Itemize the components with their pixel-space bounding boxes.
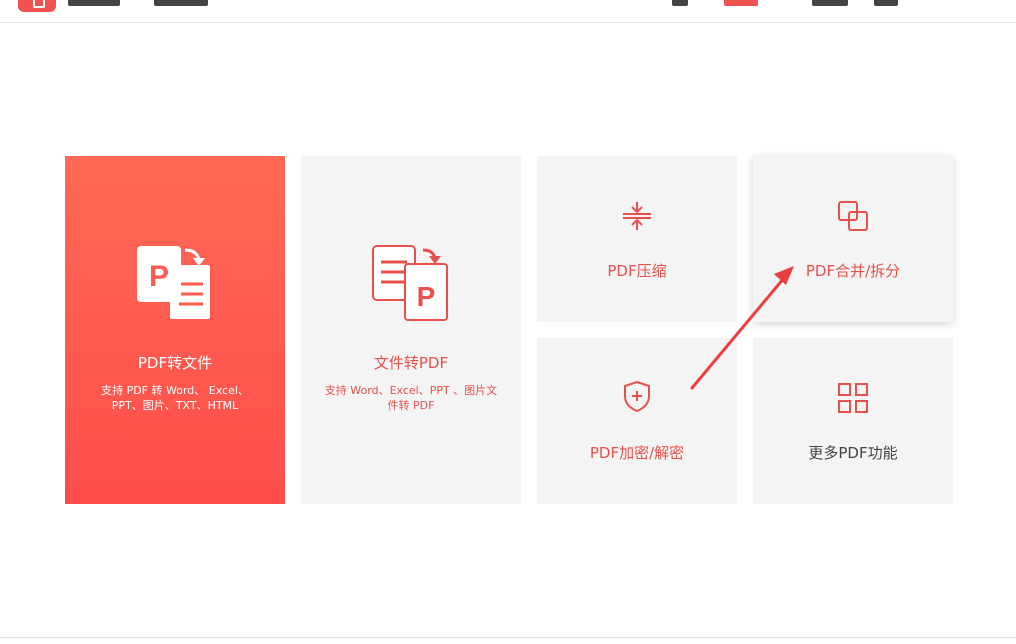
card-description: 支持 Word、Excel、PPT 、图片文 件转 PDF: [315, 383, 507, 413]
svg-text:P: P: [417, 281, 436, 312]
bottom-divider: [0, 637, 1016, 638]
nav-item-fragment[interactable]: [672, 0, 688, 6]
file-to-pdf-icon: P: [372, 245, 448, 321]
pdf-to-file-icon: P: [137, 246, 212, 321]
pdf-encrypt-card[interactable]: PDF加密/解密: [537, 338, 737, 504]
pdf-merge-split-card[interactable]: PDF合并/拆分: [753, 156, 953, 322]
nav-item-fragment[interactable]: [874, 0, 898, 6]
card-title: PDF转文件: [137, 354, 213, 372]
card-title: PDF压缩: [607, 262, 667, 280]
compress-icon: [623, 202, 651, 230]
svg-text:P: P: [149, 260, 169, 293]
card-title: 更多PDF功能: [808, 444, 898, 462]
pdf-to-file-card[interactable]: P PDF转文件 支持 PDF 转 Word、 Excel、 PPT、图片、TX…: [65, 156, 285, 504]
nav-item-fragment[interactable]: [812, 0, 848, 6]
card-title: PDF合并/拆分: [805, 262, 901, 280]
app-subtitle-fragment: [154, 0, 208, 6]
card-description-line: PPT、图片、TXT、HTML: [111, 399, 239, 412]
card-title: 文件转PDF: [373, 354, 449, 372]
card-description: 支持 PDF 转 Word、 Excel、 PPT、图片、TXT、HTML: [79, 383, 271, 413]
top-bar: [0, 0, 1016, 23]
card-description-line: 件转 PDF: [387, 399, 435, 412]
card-title: PDF加密/解密: [589, 444, 685, 462]
pdf-compress-card[interactable]: PDF压缩: [537, 156, 737, 322]
merge-icon: [838, 201, 868, 231]
file-to-pdf-card[interactable]: P 文件转PDF 支持 Word、Excel、PPT 、图片文 件转 PDF: [301, 156, 521, 504]
shield-plus-icon: [624, 380, 650, 412]
app-logo-icon: [18, 0, 56, 12]
app-name-fragment: [68, 0, 120, 6]
card-description-line: 支持 PDF 转 Word、 Excel、: [101, 384, 249, 397]
grid-icon: [838, 383, 868, 413]
more-features-card[interactable]: 更多PDF功能: [753, 338, 953, 504]
card-description-line: 支持 Word、Excel、PPT 、图片文: [324, 384, 498, 397]
nav-item-active-fragment[interactable]: [724, 0, 758, 6]
